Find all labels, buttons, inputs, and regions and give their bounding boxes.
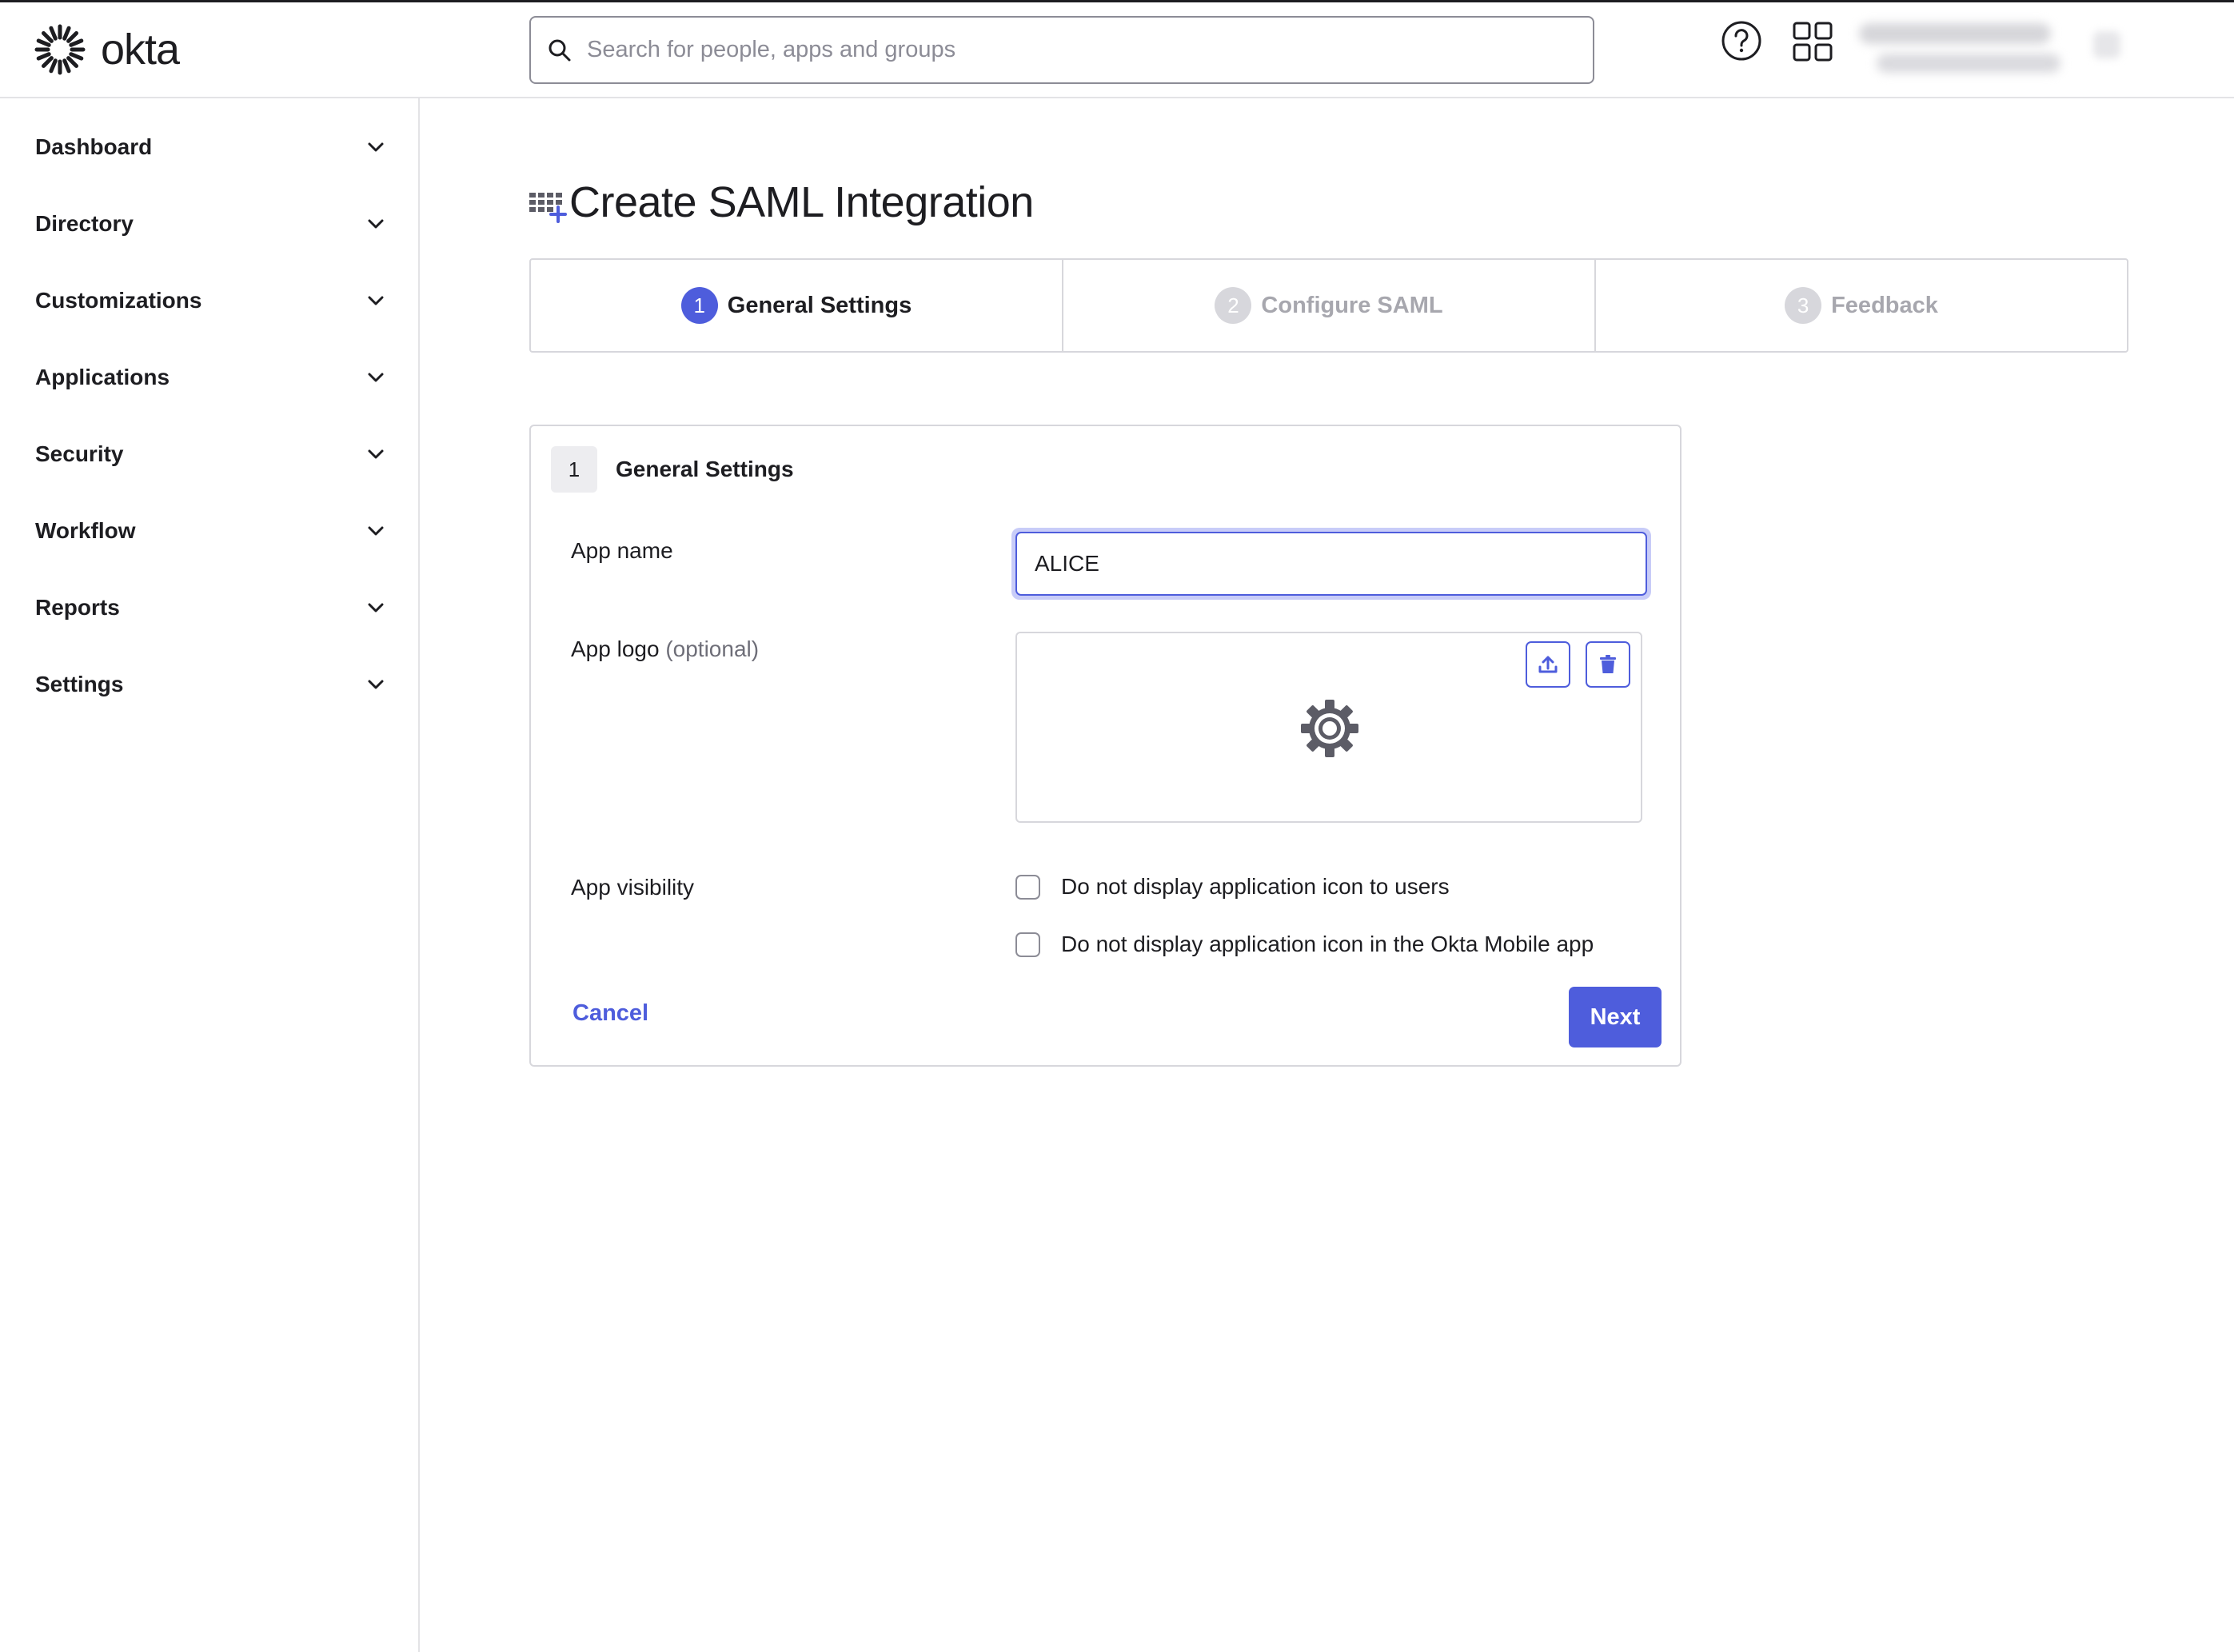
user-menu[interactable] bbox=[1859, 20, 2063, 84]
app-visibility-label: App visibility bbox=[571, 875, 695, 900]
sidebar-item-dashboard[interactable]: Dashboard bbox=[35, 123, 387, 171]
sidebar-item-label: Settings bbox=[35, 672, 124, 696]
gear-icon bbox=[1301, 700, 1358, 757]
org-name-redacted bbox=[1877, 54, 2060, 73]
sidebar-item-settings[interactable]: Settings bbox=[35, 660, 387, 708]
sidebar-item-label: Workflow bbox=[35, 518, 136, 543]
step-number-badge: 1 bbox=[680, 287, 718, 324]
step-feedback[interactable]: 3 Feedback bbox=[1596, 260, 2127, 351]
sidebar-item-label: Customizations bbox=[35, 288, 202, 313]
next-button[interactable]: Next bbox=[1569, 987, 1662, 1047]
user-name-redacted bbox=[1859, 23, 2051, 44]
delete-logo-button[interactable] bbox=[1586, 641, 1630, 688]
section-title: General Settings bbox=[616, 457, 794, 481]
chevron-down-icon bbox=[368, 526, 384, 536]
optional-hint: (optional) bbox=[665, 636, 760, 661]
cancel-button[interactable]: Cancel bbox=[572, 1000, 648, 1027]
search-input[interactable] bbox=[587, 37, 1546, 63]
app-name-input[interactable] bbox=[1015, 532, 1647, 596]
sidebar-item-label: Directory bbox=[35, 211, 134, 236]
upload-logo-button[interactable] bbox=[1526, 641, 1570, 688]
general-settings-card: 1 General Settings App name App logo (op… bbox=[529, 425, 1681, 1067]
step-general-settings[interactable]: 1 General Settings bbox=[531, 260, 1063, 351]
step-label: General Settings bbox=[727, 292, 912, 318]
step-configure-saml[interactable]: 2 Configure SAML bbox=[1063, 260, 1596, 351]
section-number-badge: 1 bbox=[551, 446, 597, 493]
wizard-stepper: 1 General Settings 2 Configure SAML 3 Fe… bbox=[529, 258, 2128, 353]
page-header: Create SAML Integration bbox=[528, 178, 1034, 227]
sidebar-item-label: Dashboard bbox=[35, 134, 153, 159]
chevron-down-icon bbox=[368, 603, 384, 613]
hide-icon-mobile-option[interactable]: Do not display application icon in the O… bbox=[1015, 932, 1594, 957]
hide-icon-users-checkbox[interactable] bbox=[1015, 874, 1040, 900]
sidebar-item-workflow[interactable]: Workflow bbox=[35, 507, 387, 555]
chevron-down-icon bbox=[368, 219, 384, 229]
trash-icon bbox=[1600, 655, 1616, 673]
search-icon bbox=[549, 39, 571, 61]
chevron-down-icon bbox=[368, 680, 384, 689]
step-label: Configure SAML bbox=[1261, 292, 1443, 318]
sidebar-item-security[interactable]: Security bbox=[35, 430, 387, 478]
global-search[interactable] bbox=[529, 16, 1594, 84]
sidebar-item-label: Applications bbox=[35, 365, 170, 389]
app-name-label: App name bbox=[571, 538, 673, 563]
step-number-badge: 3 bbox=[1785, 287, 1822, 324]
step-number-badge: 2 bbox=[1215, 287, 1252, 324]
top-header: okta bbox=[0, 2, 2234, 98]
sidebar-item-label: Security bbox=[35, 441, 124, 466]
chevron-down-icon bbox=[368, 142, 384, 152]
okta-wordmark: okta bbox=[101, 26, 180, 74]
sidebar-item-label: Reports bbox=[35, 595, 120, 620]
sidebar-item-customizations[interactable]: Customizations bbox=[35, 277, 387, 325]
help-icon[interactable] bbox=[1721, 20, 1762, 62]
chevron-down-icon bbox=[368, 373, 384, 382]
page-title: Create SAML Integration bbox=[569, 178, 1034, 226]
upload-icon bbox=[1538, 656, 1558, 673]
okta-sunburst-icon bbox=[34, 24, 86, 75]
chevron-down-icon bbox=[368, 296, 384, 305]
checkbox-label: Do not display application icon to users bbox=[1061, 874, 1450, 899]
app-logo-dropzone[interactable] bbox=[1015, 632, 1642, 823]
app-logo-label: App logo (optional) bbox=[571, 636, 759, 662]
apps-grid-icon[interactable] bbox=[1793, 22, 1833, 62]
sidebar-item-directory[interactable]: Directory bbox=[35, 200, 387, 248]
step-label: Feedback bbox=[1831, 292, 1938, 318]
sidebar-item-reports[interactable]: Reports bbox=[35, 584, 387, 632]
user-menu-caret-icon[interactable] bbox=[2093, 31, 2120, 58]
okta-logo[interactable]: okta bbox=[34, 23, 180, 76]
add-app-grid-icon bbox=[529, 193, 567, 223]
app-logo-label-text: App logo bbox=[571, 636, 660, 661]
chevron-down-icon bbox=[368, 449, 384, 459]
sidebar-nav: Dashboard Directory Customizations Appli… bbox=[0, 98, 420, 1652]
hide-icon-mobile-checkbox[interactable] bbox=[1015, 932, 1040, 957]
app-name-focus-ring bbox=[1011, 528, 1651, 600]
checkbox-label: Do not display application icon in the O… bbox=[1061, 932, 1594, 956]
hide-icon-users-option[interactable]: Do not display application icon to users bbox=[1015, 874, 1450, 900]
sidebar-item-applications[interactable]: Applications bbox=[35, 353, 387, 401]
